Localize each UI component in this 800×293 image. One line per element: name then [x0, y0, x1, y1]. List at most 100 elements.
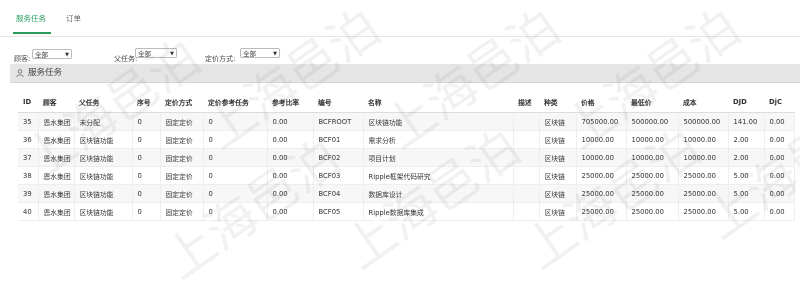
- column-header-name[interactable]: 名称: [363, 92, 513, 113]
- cell-min-price: 10000.00: [626, 148, 679, 167]
- tab-service-tasks[interactable]: 服务任务: [16, 13, 46, 24]
- column-header-parent-task[interactable]: 父任务: [74, 92, 132, 113]
- cell-ref-ratio: 0.00: [267, 184, 314, 203]
- table-row[interactable]: 35 恩水集团 未分配 0 固定定价 0 0.00 BCFROOT 区块链功能 区块链 705000…: [18, 112, 795, 131]
- cell-djd: 141.00: [728, 112, 765, 131]
- cell-id: 38: [18, 166, 39, 185]
- cell-code: BCF01: [313, 130, 364, 149]
- parent-task-filter-label: 父任务:: [114, 55, 138, 63]
- cell-sequence: 0: [132, 184, 161, 203]
- column-header-id[interactable]: ID: [18, 92, 38, 113]
- cell-sequence: 0: [132, 148, 161, 167]
- cell-parent-task: 区块链功能: [74, 148, 133, 167]
- parent-task-filter-value: 全部: [138, 50, 151, 58]
- table-row[interactable]: 37 恩水集团 区块链功能 0 固定定价 0 0.00 BCF02 项目计划 区块链 10000.0…: [18, 148, 795, 167]
- cell-min-price: 25000.00: [626, 202, 679, 221]
- cell-description: [513, 166, 540, 185]
- cell-description: [513, 148, 540, 167]
- panel-header: 服务任务: [10, 64, 800, 83]
- cell-name: 区块链功能: [363, 112, 514, 131]
- column-header-min-price[interactable]: 最低价: [626, 92, 678, 113]
- cell-djd: 5.00: [728, 166, 765, 185]
- cell-djc: 0.00: [764, 166, 795, 185]
- filter-bar: 顾客: 全部 ▼ 父任务: 全部 ▼ 定价方式: 全部 ▼: [0, 44, 800, 66]
- cell-djc: 0.00: [764, 184, 795, 203]
- cell-parent-task: 区块链功能: [74, 130, 133, 149]
- column-header-cost[interactable]: 成本: [678, 92, 728, 113]
- cell-pricing-method: 固定定价: [160, 166, 204, 185]
- cell-id: 39: [18, 184, 39, 203]
- cell-price: 10000.00: [576, 148, 627, 167]
- cell-code: BCF02: [313, 148, 364, 167]
- cell-min-price: 10000.00: [626, 130, 679, 149]
- cell-customer: 恩水集团: [38, 202, 75, 221]
- tab-orders[interactable]: 订单: [66, 13, 81, 24]
- cell-code: BCF05: [313, 202, 364, 221]
- cell-pricing-ref-task: 0: [203, 184, 268, 203]
- column-header-pricing-method[interactable]: 定价方式: [160, 92, 203, 113]
- column-header-description[interactable]: 描述: [513, 92, 539, 113]
- cell-category: 区块链: [539, 112, 577, 131]
- table-row[interactable]: 40 恩水集团 区块链功能 0 固定定价 0 0.00 BCF05 Ripple数据库集成 区块链…: [18, 202, 795, 221]
- customer-filter-label: 顾客:: [14, 55, 31, 63]
- column-header-djd[interactable]: DJD: [728, 92, 764, 113]
- table-row[interactable]: 38 恩水集团 区块链功能 0 固定定价 0 0.00 BCF03 Ripple框架代码研究 区块…: [18, 166, 795, 185]
- cell-code: BCF04: [313, 184, 364, 203]
- cell-description: [513, 112, 540, 131]
- pricing-method-filter-select[interactable]: 全部 ▼: [240, 48, 280, 58]
- cell-category: 区块链: [539, 184, 577, 203]
- column-header-code[interactable]: 编号: [313, 92, 363, 113]
- cell-id: 37: [18, 148, 39, 167]
- cell-cost: 10000.00: [678, 148, 729, 167]
- service-task-table: ID 顾客 父任务 序号 定价方式 定价参考任务 参考比率 编号 名称 描述 种…: [18, 92, 795, 221]
- customer-filter-value: 全部: [35, 51, 48, 59]
- cell-sequence: 0: [132, 130, 161, 149]
- cell-customer: 恩水集团: [38, 130, 75, 149]
- column-header-djc[interactable]: DjC: [764, 92, 794, 113]
- column-header-price[interactable]: 价格: [576, 92, 626, 113]
- cell-sequence: 0: [132, 112, 161, 131]
- cell-ref-ratio: 0.00: [267, 112, 314, 131]
- cell-cost: 10000.00: [678, 130, 729, 149]
- column-header-sequence[interactable]: 序号: [132, 92, 160, 113]
- cell-cost: 25000.00: [678, 202, 729, 221]
- cell-id: 36: [18, 130, 39, 149]
- cell-ref-ratio: 0.00: [267, 166, 314, 185]
- chevron-down-icon: ▼: [273, 51, 277, 57]
- cell-djd: 2.00: [728, 130, 765, 149]
- column-header-ref-ratio[interactable]: 参考比率: [267, 92, 313, 113]
- cell-pricing-method: 固定定价: [160, 130, 204, 149]
- column-header-pricing-ref-task[interactable]: 定价参考任务: [203, 92, 267, 113]
- cell-cost: 500000.00: [678, 112, 729, 131]
- column-header-customer[interactable]: 顾客: [38, 92, 74, 113]
- cell-customer: 恩水集团: [38, 112, 75, 131]
- table-header-row: ID 顾客 父任务 序号 定价方式 定价参考任务 参考比率 编号 名称 描述 种…: [18, 92, 794, 113]
- table-row[interactable]: 39 恩水集团 区块链功能 0 固定定价 0 0.00 BCF04 数据库设计 区块链 25000.…: [18, 184, 795, 203]
- cell-pricing-ref-task: 0: [203, 148, 268, 167]
- cell-customer: 恩水集团: [38, 148, 75, 167]
- cell-min-price: 500000.00: [626, 112, 679, 131]
- cell-sequence: 0: [132, 202, 161, 221]
- cell-parent-task: 区块链功能: [74, 184, 133, 203]
- cell-cost: 25000.00: [678, 184, 729, 203]
- cell-id: 35: [18, 112, 39, 131]
- cell-code: BCF03: [313, 166, 364, 185]
- panel-title: 服务任务: [28, 68, 63, 78]
- cell-ref-ratio: 0.00: [267, 130, 314, 149]
- cell-ref-ratio: 0.00: [267, 148, 314, 167]
- column-header-category[interactable]: 种类: [539, 92, 576, 113]
- cell-pricing-ref-task: 0: [203, 166, 268, 185]
- table-row[interactable]: 36 恩水集团 区块链功能 0 固定定价 0 0.00 BCF01 需求分析 区块链 10000.0…: [18, 130, 795, 149]
- cell-customer: 恩水集团: [38, 166, 75, 185]
- cell-djc: 0.00: [764, 148, 795, 167]
- cell-parent-task: 区块链功能: [74, 202, 133, 221]
- customer-filter-select[interactable]: 全部 ▼: [32, 49, 72, 59]
- parent-task-filter-select[interactable]: 全部 ▼: [135, 48, 177, 58]
- cell-pricing-method: 固定定价: [160, 148, 204, 167]
- cell-sequence: 0: [132, 166, 161, 185]
- cell-cost: 25000.00: [678, 166, 729, 185]
- cell-price: 25000.00: [576, 184, 627, 203]
- cell-customer: 恩水集团: [38, 184, 75, 203]
- cell-category: 区块链: [539, 148, 577, 167]
- cell-djc: 0.00: [764, 130, 795, 149]
